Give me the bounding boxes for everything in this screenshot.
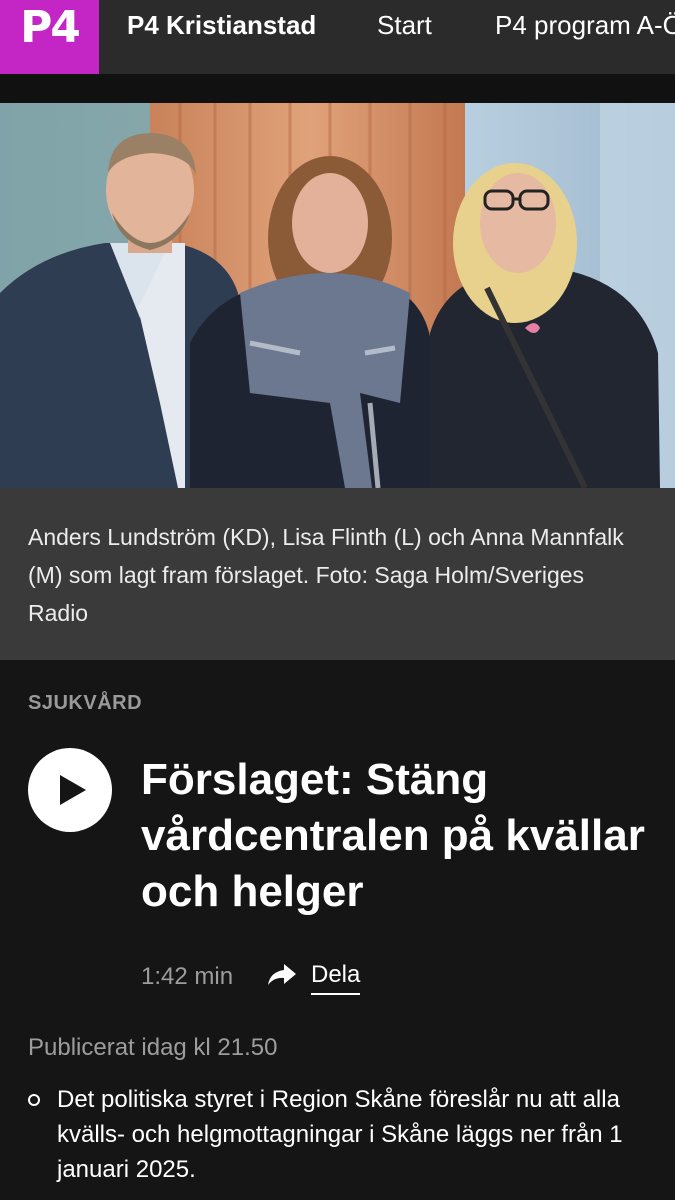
share-icon[interactable] [266, 962, 298, 988]
audio-duration: 1:42 min [141, 963, 234, 990]
photo-caption-box: Anders Lundström (KD), Lisa Flinth (L) o… [0, 488, 675, 660]
article-category[interactable]: SJUKVÅRD [28, 692, 142, 715]
play-icon [60, 775, 86, 805]
nav-link-start[interactable]: Start [377, 10, 432, 41]
share-button[interactable]: Dela [311, 961, 361, 995]
top-navigation-bar: P4 P4 Kristianstad Start P4 program A-Ö [0, 0, 675, 74]
nav-link-program[interactable]: P4 program A-Ö [495, 10, 675, 41]
publish-timestamp: Publicerat idag kl 21.50 [28, 1034, 278, 1061]
summary-bullet: Det politiska styret i Region Skåne före… [57, 1086, 623, 1183]
p4-logo[interactable]: P4 [0, 0, 99, 74]
bullet-icon [28, 1094, 40, 1106]
logo-text: P4 [20, 2, 81, 53]
header-spacer [0, 74, 675, 103]
article-title: Förslaget: Stäng vårdcentralen på kvälla… [141, 755, 645, 916]
photo-caption: Anders Lundström (KD), Lisa Flinth (L) o… [28, 524, 624, 626]
play-button[interactable] [28, 748, 112, 832]
channel-name[interactable]: P4 Kristianstad [127, 10, 316, 41]
article-photo [0, 103, 675, 488]
